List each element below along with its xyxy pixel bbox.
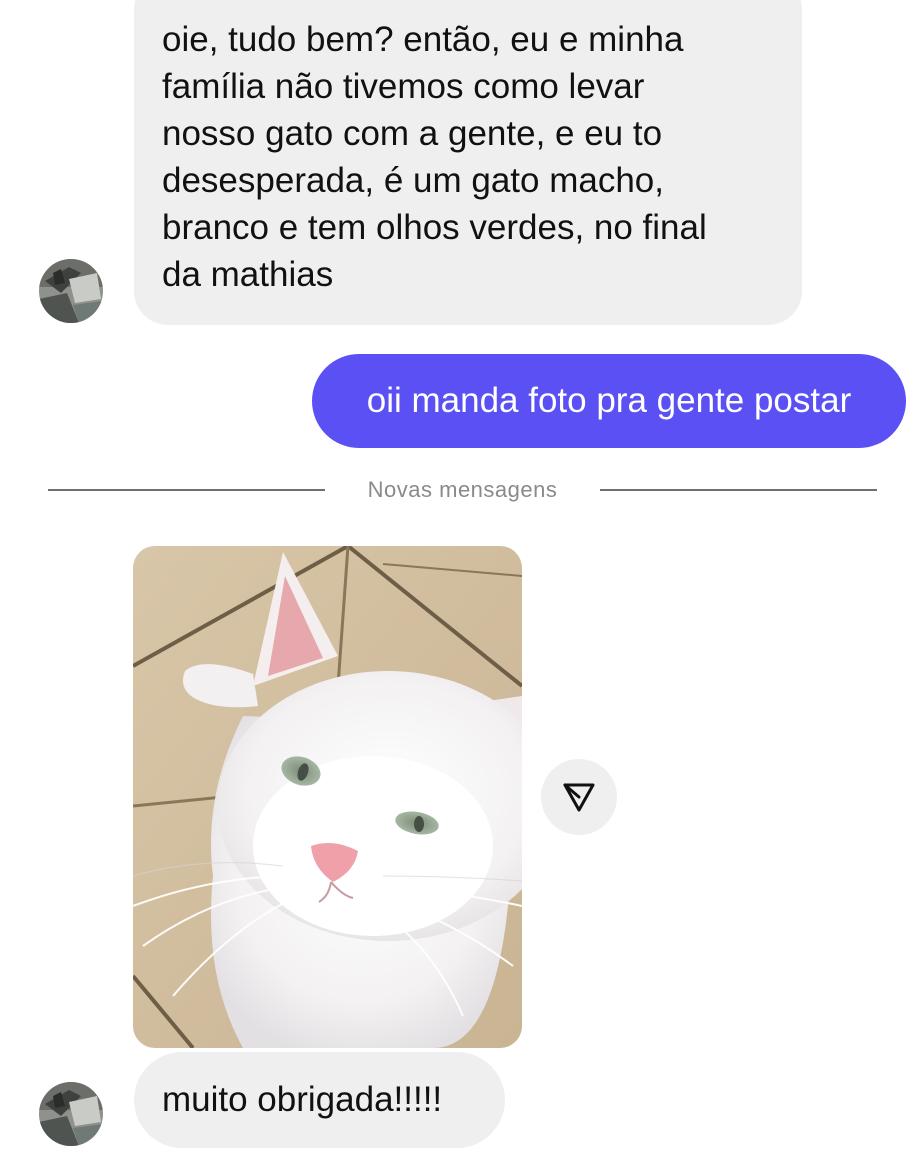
incoming-message-bubble[interactable]: oie, tudo bem? então, eu e minha família… (134, 0, 802, 325)
message-text-line: família não tivemos como levar (162, 67, 645, 106)
cat-photo (133, 546, 522, 1048)
share-button[interactable] (541, 759, 617, 835)
divider-line-left (48, 489, 325, 491)
send-arrow-icon (563, 783, 595, 812)
message-text-line: nosso gato com a gente, e eu to (162, 114, 663, 153)
cat-photo-message[interactable] (133, 546, 522, 1048)
incoming-message-bubble[interactable]: muito obrigada!!!!! (134, 1052, 505, 1148)
divider-line-right (600, 489, 877, 491)
message-text-line: desesperada, é um gato macho, (162, 161, 664, 200)
sender-avatar[interactable] (39, 259, 103, 323)
sender-avatar[interactable] (39, 1082, 103, 1146)
outgoing-message-bubble[interactable]: oii manda foto pra gente postar (312, 354, 906, 448)
message-text-line: branco e tem olhos verdes, no final (162, 208, 707, 247)
new-messages-divider-label: Novas mensagens (367, 477, 558, 502)
avatar-image (39, 1082, 103, 1146)
avatar-image (39, 259, 103, 323)
message-text-line: da mathias (162, 255, 334, 294)
message-text-line: oie, tudo bem? então, eu e minha (162, 20, 684, 59)
